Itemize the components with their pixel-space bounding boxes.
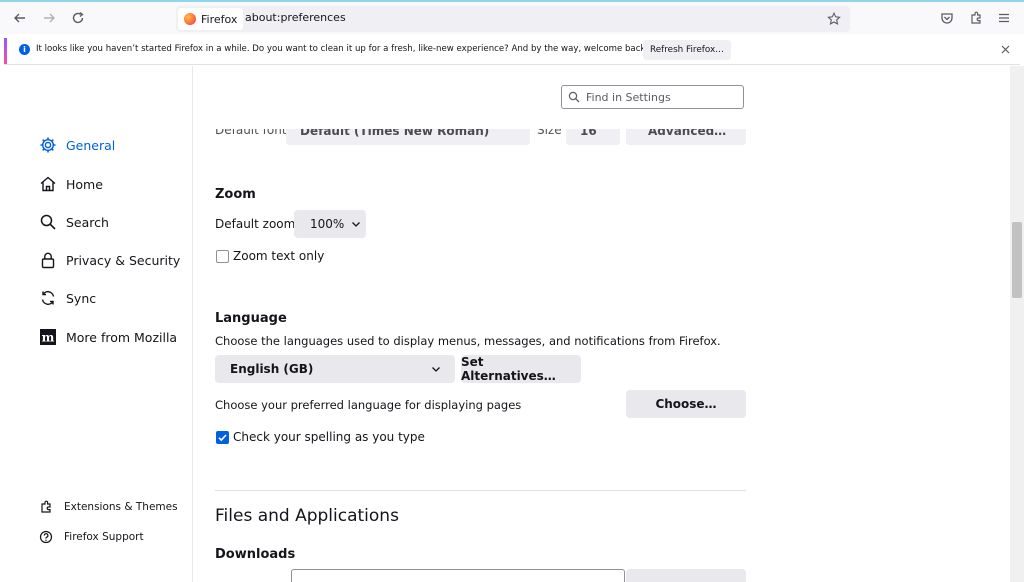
refresh-notification-bar: i It looks like you haven’t started Fire…: [4, 36, 1020, 65]
zoom-text-only-label: Zoom text only: [233, 249, 325, 263]
app-menu-button[interactable]: [993, 7, 1015, 29]
svg-text:m: m: [42, 331, 55, 345]
help-icon: [38, 529, 54, 545]
selected-language: English (GB): [230, 362, 314, 376]
checkmark-icon: [218, 434, 227, 442]
sidebar-footer-firefox-support[interactable]: Firefox Support: [38, 528, 144, 546]
sidebar-item-more-from-mozilla[interactable]: m More from Mozilla: [38, 327, 177, 347]
home-icon: [38, 174, 58, 194]
sidebar-item-label: Privacy & Security: [66, 252, 181, 268]
extensions-button[interactable]: [965, 7, 987, 29]
section-divider: [215, 490, 746, 491]
settings-sidebar: General Home Search Privacy & Security S…: [0, 66, 193, 582]
hamburger-menu-icon: [999, 13, 1009, 23]
firefox-logo-icon: [184, 13, 196, 25]
forward-button[interactable]: [37, 6, 61, 30]
find-in-settings-input[interactable]: Find in Settings: [561, 85, 744, 109]
sync-icon: [38, 288, 58, 308]
choose-language-button[interactable]: Choose…: [626, 390, 746, 418]
set-alternatives-button[interactable]: Set Alternatives…: [461, 355, 581, 383]
zoom-heading: Zoom: [215, 187, 256, 202]
pocket-button[interactable]: [936, 7, 958, 29]
search-placeholder: Find in Settings: [586, 90, 671, 104]
sidebar-item-general[interactable]: General: [38, 135, 115, 155]
sidebar-item-label: Search: [66, 214, 109, 230]
language-select[interactable]: English (GB): [215, 355, 455, 383]
browse-downloads-button[interactable]: [626, 569, 746, 582]
address-bar[interactable]: Firefox about:preferences: [176, 6, 850, 32]
sidebar-item-home[interactable]: Home: [38, 174, 103, 194]
notification-close-button[interactable]: [998, 42, 1012, 56]
back-button[interactable]: [8, 6, 32, 30]
download-folder-field[interactable]: [291, 569, 625, 582]
identity-box[interactable]: Firefox: [178, 8, 244, 30]
footer-item-label: Extensions & Themes: [64, 501, 178, 513]
info-icon: i: [19, 44, 30, 55]
identity-label: Firefox: [201, 12, 238, 26]
search-icon: [38, 212, 58, 232]
sidebar-item-sync[interactable]: Sync: [38, 288, 96, 308]
notification-accent-stripe: [4, 38, 7, 64]
star-icon: [827, 12, 841, 25]
search-icon: [568, 91, 580, 103]
vertical-scrollbar[interactable]: [1010, 66, 1024, 582]
scrollbar-thumb[interactable]: [1012, 222, 1022, 298]
mozilla-m-icon: m: [38, 327, 58, 347]
reload-icon: [72, 11, 84, 24]
refresh-firefox-button[interactable]: Refresh Firefox…: [643, 40, 731, 60]
puzzle-piece-icon: [971, 11, 981, 24]
url-text[interactable]: about:preferences: [245, 11, 346, 24]
spellcheck-label: Check your spelling as you type: [233, 430, 425, 444]
sidebar-item-label: Home: [66, 176, 103, 192]
notification-message: It looks like you haven’t started Firefo…: [36, 44, 649, 54]
files-applications-heading: Files and Applications: [215, 506, 399, 526]
page-language-label: Choose your preferred language for displ…: [215, 398, 522, 412]
forward-arrow-icon: [44, 13, 55, 23]
sidebar-item-search[interactable]: Search: [38, 212, 109, 232]
bookmark-star-button[interactable]: [824, 9, 844, 29]
downloads-heading: Downloads: [215, 547, 296, 562]
sidebar-item-label: General: [66, 137, 116, 153]
footer-item-label: Firefox Support: [64, 531, 144, 543]
settings-content: Default font Default (Times New Roman) S…: [193, 66, 1010, 582]
zoom-text-only-checkbox[interactable]: [216, 250, 229, 263]
chevron-down-icon: [432, 367, 440, 372]
reload-button[interactable]: [66, 6, 90, 30]
gear-icon: [38, 135, 58, 155]
navigation-toolbar: Firefox about:preferences: [0, 2, 1024, 34]
language-description: Choose the languages used to display men…: [215, 334, 721, 348]
sidebar-footer-extensions-themes[interactable]: Extensions & Themes: [38, 498, 178, 516]
puzzle-icon: [38, 499, 54, 515]
spellcheck-checkbox[interactable]: [216, 431, 229, 444]
lock-icon: [38, 250, 58, 270]
default-zoom-value: 100%: [310, 217, 345, 231]
chevron-down-icon: [352, 222, 361, 227]
sidebar-item-privacy-security[interactable]: Privacy & Security: [38, 250, 180, 270]
back-arrow-icon: [14, 13, 25, 23]
sidebar-item-label: More from Mozilla: [66, 329, 178, 345]
sidebar-item-label: Sync: [66, 290, 97, 306]
pocket-icon: [941, 13, 953, 24]
close-icon: [1001, 45, 1009, 53]
language-heading: Language: [215, 311, 287, 326]
default-zoom-select[interactable]: 100%: [294, 210, 366, 238]
default-zoom-label: Default zoom: [215, 217, 296, 231]
